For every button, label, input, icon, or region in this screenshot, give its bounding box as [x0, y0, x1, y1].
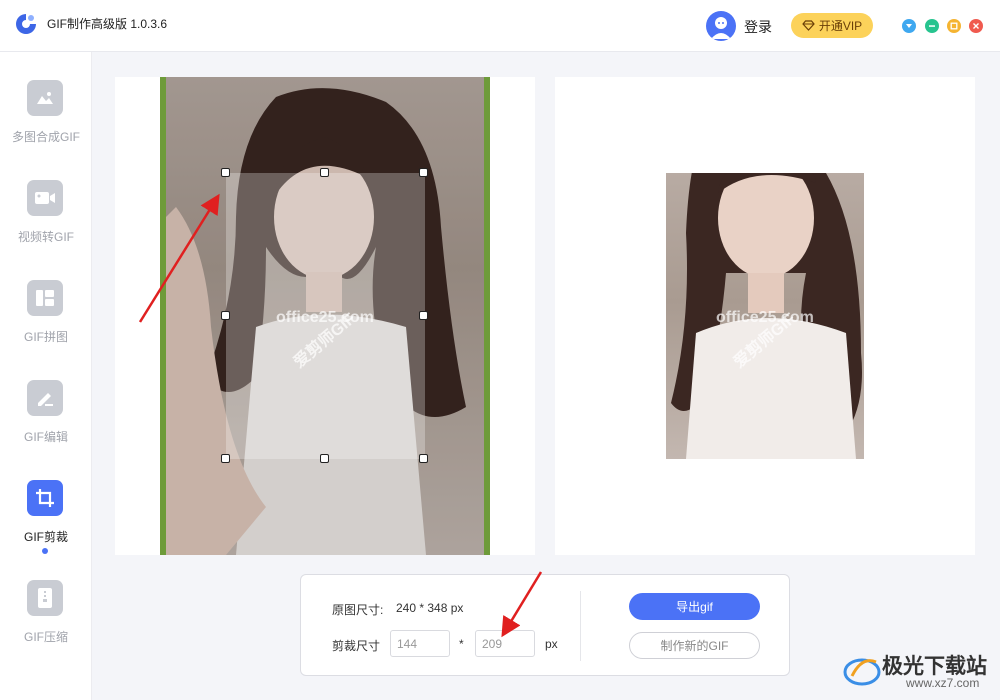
- divider: [580, 591, 581, 661]
- sidebar-item-label: 多图合成GIF: [12, 130, 80, 144]
- sidebar-item-label: GIF拼图: [24, 330, 68, 344]
- crop-settings-box: 原图尺寸: 240 * 348 px 剪裁尺寸 * px 导出gif 制作新的G…: [300, 574, 790, 676]
- minimize-button[interactable]: [925, 19, 939, 33]
- sidebar-item-gif-crop[interactable]: GIF剪裁: [0, 480, 92, 570]
- close-button[interactable]: [969, 19, 983, 33]
- vip-button[interactable]: 开通VIP: [791, 13, 873, 38]
- sidebar-item-video-to-gif[interactable]: 视频转GIF: [0, 180, 92, 270]
- crop-handle-bottom-center[interactable]: [320, 454, 329, 463]
- crop-size-separator: *: [459, 637, 464, 651]
- crop-handle-top-right[interactable]: [419, 168, 428, 177]
- source-image-frame: office25.com 爱剪师GIF: [160, 77, 490, 555]
- video-icon: [27, 180, 63, 216]
- original-size-value: 240 * 348 px: [396, 601, 464, 615]
- compress-icon: [27, 580, 63, 616]
- crop-width-input[interactable]: [390, 630, 450, 657]
- sidebar-item-label: 视频转GIF: [18, 230, 74, 244]
- crop-size-label: 剪裁尺寸: [332, 639, 381, 653]
- cropped-preview-image: office25.com 爱剪师GIF: [666, 173, 864, 459]
- site-url: www.xz7.com: [906, 676, 980, 690]
- sidebar-item-gif-collage[interactable]: GIF拼图: [0, 280, 92, 370]
- crop-handle-middle-right[interactable]: [419, 311, 428, 320]
- sidebar-item-gif-edit[interactable]: GIF编辑: [0, 380, 92, 470]
- user-avatar-icon[interactable]: [706, 11, 736, 41]
- crop-handle-middle-left[interactable]: [221, 311, 230, 320]
- diamond-icon: [802, 20, 815, 31]
- crop-handle-top-center[interactable]: [320, 168, 329, 177]
- login-link[interactable]: 登录: [744, 17, 772, 37]
- crop-handle-top-left[interactable]: [221, 168, 230, 177]
- app-title: GIF制作高级版 1.0.3.6: [47, 17, 168, 31]
- sidebar-item-label: GIF压缩: [24, 630, 68, 644]
- edit-pen-icon: [27, 380, 63, 416]
- source-photo: office25.com 爱剪师GIF: [166, 77, 484, 555]
- sidebar-item-multi-image-gif[interactable]: 多图合成GIF: [0, 80, 92, 170]
- preview-panel: office25.com 爱剪师GIF: [555, 77, 975, 555]
- sidebar-item-gif-compress[interactable]: GIF压缩: [0, 580, 92, 670]
- crop-size-unit: px: [545, 637, 558, 651]
- image-stack-icon: [27, 80, 63, 116]
- sidebar-item-label: GIF编辑: [24, 430, 68, 444]
- sidebar: 多图合成GIF 视频转GIF GIF拼图 GIF编辑 GIF剪裁 GIF压缩: [0, 52, 92, 700]
- maximize-button[interactable]: [947, 19, 961, 33]
- app-logo-icon: [16, 14, 36, 34]
- site-logo-icon: [843, 658, 881, 686]
- collage-icon: [27, 280, 63, 316]
- make-new-gif-button[interactable]: 制作新的GIF: [629, 632, 760, 659]
- original-size-label: 原图尺寸:: [332, 603, 384, 617]
- export-gif-button[interactable]: 导出gif: [629, 593, 760, 620]
- crop-icon: [27, 480, 63, 516]
- crop-handle-bottom-left[interactable]: [221, 454, 230, 463]
- sidebar-item-label: GIF剪裁: [24, 530, 68, 544]
- source-image-panel: office25.com 爱剪师GIF: [115, 77, 535, 555]
- minimize-tray-button[interactable]: [902, 19, 916, 33]
- site-watermark: 极光下载站 www.xz7.com: [840, 646, 1000, 700]
- title-bar: GIF制作高级版 1.0.3.6 登录 开通VIP: [0, 0, 1000, 52]
- active-indicator: [42, 548, 48, 554]
- crop-handle-bottom-right[interactable]: [419, 454, 428, 463]
- crop-height-input[interactable]: [475, 630, 535, 657]
- vip-label: 开通VIP: [818, 19, 863, 33]
